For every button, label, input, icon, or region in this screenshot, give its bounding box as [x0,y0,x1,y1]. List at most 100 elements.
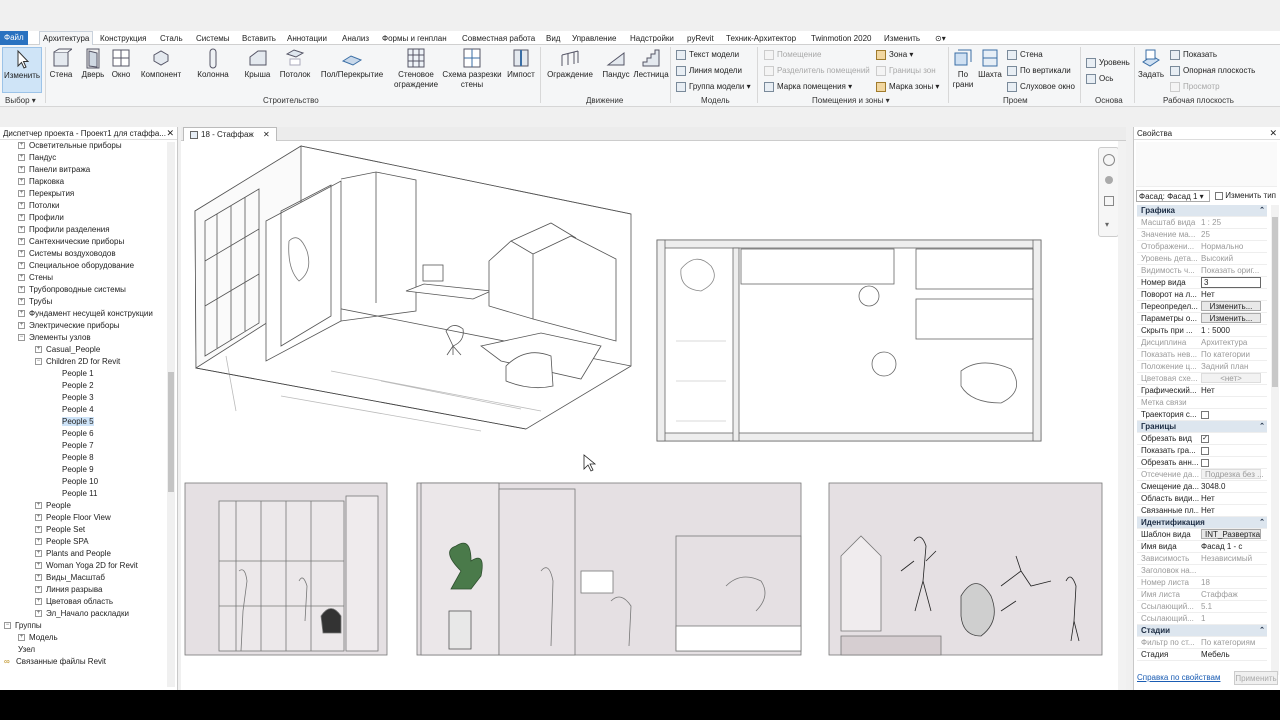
type-selector[interactable]: Фасад: Фасад 1 ▾ [1136,189,1210,202]
tree-item[interactable]: + Plants and People [35,548,111,560]
view-tab[interactable]: 18 - Стаффаж ✕ [183,127,277,141]
property-checkbox[interactable] [1201,410,1209,419]
tree-item[interactable]: ∞ Связанные файлы Revit [4,656,106,668]
menu-item[interactable]: Вставить [242,32,276,45]
grid-button[interactable]: Ось [1086,72,1113,86]
property-value[interactable]: 3048.0 [1201,482,1225,491]
wall-opening-button[interactable]: Стена [1007,48,1043,62]
tree-item[interactable]: + Woman Yoga 2D for Revit [35,560,138,572]
property-checkbox[interactable]: ✓ [1201,434,1209,443]
tree-item[interactable]: + People Floor View [35,512,111,524]
tree-item[interactable]: + Стены [18,272,53,284]
level-button[interactable]: Уровень [1086,56,1130,70]
menu-item[interactable]: Управление [572,32,616,45]
property-value[interactable]: Мебель [1201,650,1230,659]
menu-item[interactable]: Вид [546,32,560,45]
tree-item[interactable]: People 10 [62,476,98,488]
property-checkbox[interactable] [1201,446,1209,455]
tree-item[interactable]: + Осветительные приборы [18,140,122,152]
menu-item[interactable]: Системы [196,32,230,45]
expand-icon[interactable]: + [18,154,25,162]
component-button[interactable]: Компонент [136,47,186,93]
tree-item[interactable]: People 4 [62,404,94,416]
collapse-icon[interactable]: ⌃ [1259,625,1265,637]
model-line-button[interactable]: Линия модели [676,64,742,78]
property-value[interactable]: Нет [1201,506,1215,515]
tree-item[interactable]: People 6 [62,428,94,440]
collapse-icon[interactable]: − [35,358,42,366]
expand-icon[interactable]: + [35,526,42,534]
collapse-icon[interactable]: ⌃ [1259,205,1265,217]
window-button[interactable]: Окно [108,47,134,93]
menu-item[interactable]: Twinmotion 2020 [811,32,871,45]
expand-icon[interactable]: + [35,562,42,570]
collapse-icon[interactable]: ⌃ [1259,517,1265,529]
door-button[interactable]: Дверь [80,47,106,93]
menu-item[interactable]: Надстройки [630,32,674,45]
room-button[interactable]: Помещение [764,48,821,62]
set-workplane-button[interactable]: Задать [1138,47,1164,93]
expand-icon[interactable]: + [18,310,25,318]
expand-icon[interactable]: + [18,202,25,210]
expand-icon[interactable]: + [35,598,42,606]
steering-wheel-icon[interactable] [1103,154,1115,166]
zoom-icon[interactable] [1104,196,1114,206]
tree-item[interactable]: Узел [18,644,35,656]
tree-item[interactable]: People 5 [62,416,94,428]
property-edit-button[interactable]: INT_Развертка [1201,529,1261,539]
pan-icon[interactable] [1105,176,1113,184]
edit-type-button[interactable]: Изменить тип [1215,191,1276,200]
tree-item[interactable]: + Трубы [18,296,52,308]
expand-icon[interactable]: + [18,274,25,282]
area-tag-button[interactable]: Марка зоны ▾ [876,80,939,94]
menu-item[interactable]: Техник-Архитектор [726,32,796,45]
expand-icon[interactable]: + [18,634,25,642]
browser-scrollbar[interactable] [167,142,175,687]
property-edit-button[interactable]: Изменить... [1201,313,1261,323]
property-value[interactable]: 1 : 5000 [1201,326,1230,335]
stair-button[interactable]: Лестница [633,47,669,93]
properties-section-header[interactable]: Графика ⌃ [1137,205,1267,217]
tree-item[interactable]: + Модель [18,632,58,644]
properties-section-header[interactable]: Границы ⌃ [1137,421,1267,433]
drawing-canvas[interactable] [181,141,1126,690]
expand-icon[interactable]: + [35,550,42,558]
close-tab-icon[interactable]: ✕ [263,130,270,139]
model-text-button[interactable]: Текст модели [676,48,739,62]
roof-button[interactable]: Крыша [240,47,275,93]
curtain-grid-button[interactable]: Схема разрезки стены [442,47,502,93]
property-edit-button[interactable]: Изменить... [1201,301,1261,311]
dormer-button[interactable]: Слуховое окно [1007,80,1075,94]
properties-help-link[interactable]: Справка по свойствам [1137,673,1220,682]
properties-section-header[interactable]: Стадии ⌃ [1137,625,1267,637]
expand-icon[interactable]: + [35,346,42,354]
tree-item[interactable]: + Casual_People [35,344,100,356]
tree-item[interactable]: People 8 [62,452,94,464]
menu-item[interactable]: Совместная работа [462,32,535,45]
tree-item[interactable]: People 1 [62,368,94,380]
tree-item[interactable]: + Фундамент несущей конструкции [18,308,153,320]
tree-item[interactable]: − Группы [4,620,42,632]
floor-button[interactable]: Пол/Перекрытие [316,47,388,93]
menu-item[interactable]: Конструкция [100,32,146,45]
expand-icon[interactable]: + [18,322,25,330]
area-button[interactable]: Зона ▾ [876,48,913,62]
tree-item[interactable]: + Линия разрыва [35,584,102,596]
menu-item[interactable]: Архитектура [39,31,94,46]
tree-item[interactable]: + Парковка [18,176,64,188]
shaft-button[interactable]: Шахта [977,47,1003,93]
expand-icon[interactable]: + [18,298,25,306]
tree-item[interactable]: + Профили разделения [18,224,110,236]
tree-item[interactable]: + Специальное оборудование [18,260,134,272]
tree-item[interactable]: − Элементы узлов [18,332,91,344]
quick-dropdown-icon[interactable]: ⊙▾ [935,32,946,45]
expand-icon[interactable]: + [18,286,25,294]
tree-item[interactable]: + Пандус [18,152,56,164]
close-icon[interactable]: ✕ [1269,127,1277,139]
show-workplane-button[interactable]: Показать [1170,48,1217,62]
railing-button[interactable]: Ограждение [543,47,597,93]
column-button[interactable]: Колонна [188,47,238,93]
tree-item[interactable]: People 2 [62,380,94,392]
model-group-button[interactable]: Группа модели ▾ [676,80,751,94]
menu-item[interactable]: Формы и генплан [382,32,447,45]
